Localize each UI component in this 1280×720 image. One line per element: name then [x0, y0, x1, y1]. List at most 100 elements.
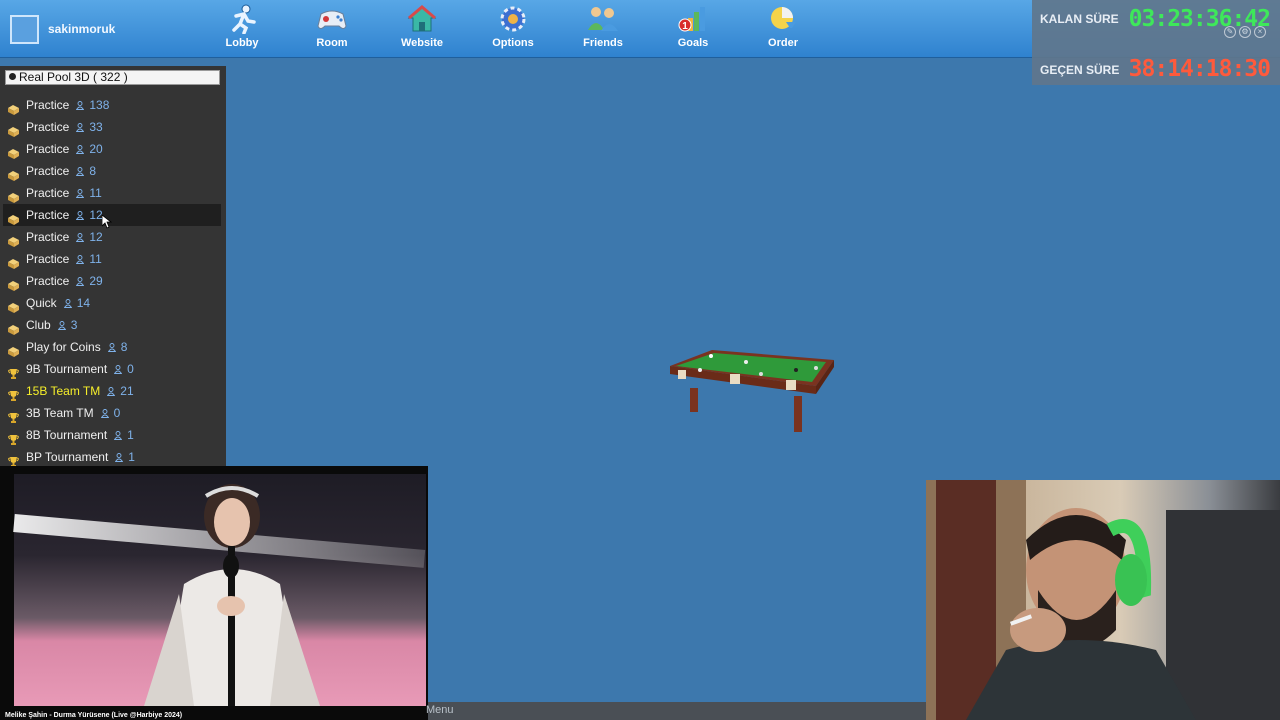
- settings-icon[interactable]: ⚙: [1239, 26, 1251, 38]
- person-icon: [76, 98, 89, 112]
- lobby-button[interactable]: Lobby: [202, 2, 282, 56]
- room-label: Practice 29: [26, 270, 103, 292]
- gear-icon: [500, 6, 526, 32]
- person-icon: [76, 274, 89, 288]
- player-count: 3: [57, 318, 78, 332]
- player-count-value: 0: [113, 406, 121, 420]
- goals-label: Goals: [677, 37, 709, 49]
- person-icon: [115, 450, 128, 464]
- room-label: 15B Team TM 21: [26, 380, 134, 402]
- room-label: Practice 8: [26, 160, 96, 182]
- room-item[interactable]: 8B Tournament 1: [3, 424, 221, 446]
- person-icon: [100, 406, 114, 420]
- room-label: Practice 20: [26, 138, 103, 160]
- game-header-label: Real Pool 3D ( 322 ): [19, 70, 128, 84]
- person-icon: [63, 296, 77, 310]
- website-button[interactable]: Website: [382, 2, 462, 56]
- room-name: 15B Team TM: [26, 384, 101, 398]
- room-item[interactable]: Practice 8: [3, 160, 221, 182]
- room-item[interactable]: 3B Team TM 0: [3, 402, 221, 424]
- room-name: Practice: [26, 208, 70, 222]
- player-count-value: 11: [89, 252, 102, 266]
- room-item[interactable]: Practice 12: [3, 226, 221, 248]
- room-item[interactable]: Practice 33: [3, 116, 221, 138]
- trophy-icon: [8, 364, 19, 379]
- room-name: Practice: [26, 120, 70, 134]
- room-item[interactable]: BP Tournament 1: [3, 446, 221, 468]
- room-button[interactable]: Room: [292, 2, 372, 56]
- player-count-value: 29: [89, 274, 103, 288]
- room-item[interactable]: Practice 138: [3, 94, 221, 116]
- video-frame: [13, 474, 426, 706]
- room-name: Practice: [26, 186, 70, 200]
- elapsed-time-row: GEÇEN SÜRE 38:14:18:30: [1032, 44, 1280, 84]
- room-label: Practice 11: [26, 248, 102, 270]
- trophy-icon: [8, 430, 19, 445]
- room-name: Quick: [26, 296, 57, 310]
- box-icon: [8, 144, 19, 159]
- room-label: Practice 12: [26, 226, 103, 248]
- order-button[interactable]: Order: [743, 2, 823, 56]
- elapsed-time-label: GEÇEN SÜRE: [1040, 63, 1120, 77]
- countdown-overlay: KALAN SÜRE 03:23:36:42 ✎ ⚙ × GEÇEN SÜRE …: [1032, 0, 1280, 85]
- person-icon: [76, 230, 89, 244]
- box-icon: [8, 100, 19, 115]
- player-count: 8: [76, 164, 96, 178]
- room-item[interactable]: 15B Team TM 21: [3, 380, 221, 402]
- person-icon: [57, 318, 71, 332]
- player-count: 12: [76, 230, 103, 244]
- overlay-controls: ✎ ⚙ ×: [1224, 26, 1266, 38]
- username: sakinmoruk: [48, 22, 116, 36]
- room-item[interactable]: Quick 14: [3, 292, 221, 314]
- elapsed-time-value: 38:14:18:30: [1128, 56, 1271, 82]
- menu-button[interactable]: Menu: [426, 704, 454, 716]
- user-avatar-box[interactable]: [10, 15, 39, 44]
- edit-icon[interactable]: ✎: [1224, 26, 1236, 38]
- room-item[interactable]: Practice 29: [3, 270, 221, 292]
- room-name: BP Tournament: [26, 450, 109, 464]
- close-icon[interactable]: ×: [1254, 26, 1266, 38]
- room-name: Club: [26, 318, 51, 332]
- player-count-value: 8: [120, 340, 128, 354]
- person-icon: [114, 362, 127, 376]
- room-name: Practice: [26, 274, 70, 288]
- room-label: Practice 138: [26, 94, 109, 116]
- player-count-value: 1: [128, 450, 135, 464]
- player-count-value: 12: [89, 208, 103, 222]
- room-item[interactable]: Practice 11: [3, 248, 221, 270]
- person-icon: [76, 252, 89, 266]
- room-item[interactable]: 9B Tournament 0: [3, 358, 221, 380]
- room-item[interactable]: Club 3: [3, 314, 221, 336]
- goals-chart-icon: 1: [678, 7, 705, 32]
- room-item[interactable]: Practice 20: [3, 138, 221, 160]
- options-button[interactable]: Options: [473, 2, 553, 56]
- house-icon: [407, 5, 437, 32]
- goals-button[interactable]: 1 Goals: [653, 2, 733, 56]
- person-icon: [76, 164, 89, 178]
- website-label: Website: [401, 37, 443, 49]
- room-name: Practice: [26, 142, 70, 156]
- player-count-value: 8: [89, 164, 97, 178]
- room-item[interactable]: Practice 12: [3, 204, 221, 226]
- order-label: Order: [768, 37, 798, 49]
- room-name: Play for Coins: [26, 340, 101, 354]
- player-count-value: 33: [89, 120, 103, 134]
- person-icon: [76, 186, 89, 200]
- room-label: Practice 11: [26, 182, 102, 204]
- room-name: Practice: [26, 252, 70, 266]
- order-chart-icon: [771, 7, 796, 29]
- room-item[interactable]: Play for Coins 8: [3, 336, 221, 358]
- box-icon: [8, 342, 19, 357]
- options-label: Options: [492, 37, 534, 49]
- game-header[interactable]: Real Pool 3D ( 322 ): [5, 70, 220, 85]
- box-icon: [8, 232, 19, 247]
- room-item[interactable]: Practice 11: [3, 182, 221, 204]
- person-icon: [107, 384, 120, 398]
- trophy-icon: [8, 386, 19, 401]
- friends-button[interactable]: Friends: [563, 2, 643, 56]
- box-icon: [8, 166, 19, 181]
- player-count-value: 3: [70, 318, 78, 332]
- player-count-value: 21: [120, 384, 134, 398]
- room-sidebar: Real Pool 3D ( 322 ) Practice 138 Practice…: [0, 66, 226, 468]
- player-count: 11: [76, 252, 102, 266]
